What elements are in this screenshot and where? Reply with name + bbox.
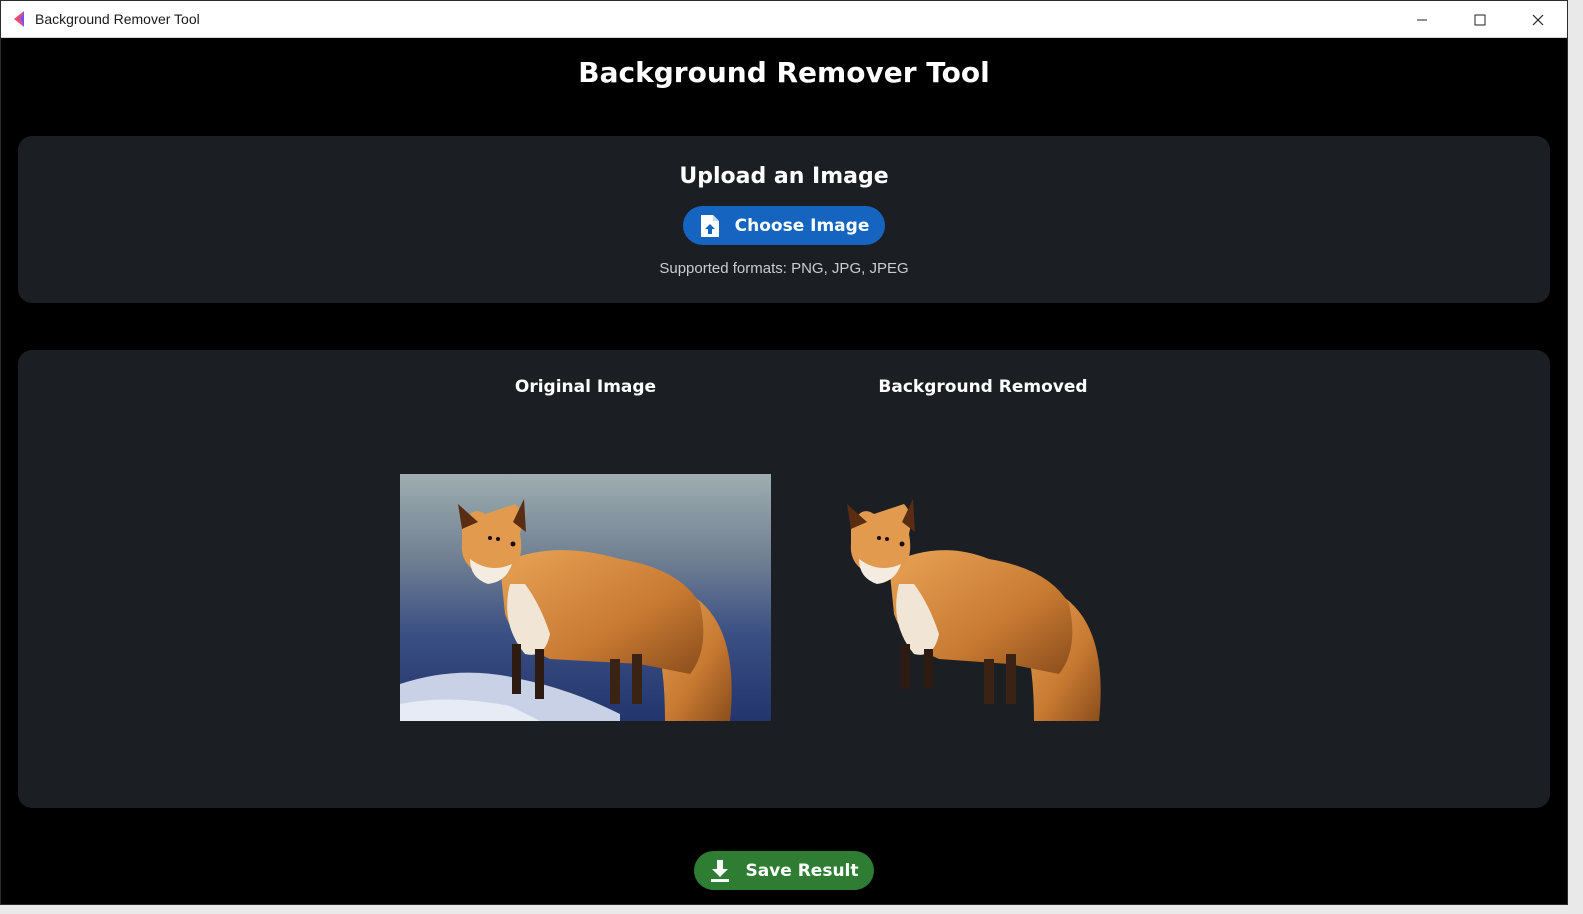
save-result-label: Save Result: [745, 860, 859, 881]
background-removed-title: Background Removed: [878, 377, 1088, 397]
minimize-icon: [1417, 19, 1427, 20]
window-title: Background Remover Tool: [35, 11, 200, 27]
minimize-button[interactable]: [1393, 1, 1451, 38]
original-image-title: Original Image: [514, 377, 657, 397]
close-button[interactable]: [1509, 1, 1567, 38]
upload-heading: Upload an Image: [679, 164, 889, 189]
file-upload-icon: [699, 213, 721, 239]
maximize-icon: [1474, 14, 1486, 25]
choose-image-label: Choose Image: [734, 215, 870, 236]
save-result-button[interactable]: Save Result: [694, 851, 874, 890]
app-logo-icon: [14, 11, 24, 27]
upload-panel: Upload an Image Choose Image Supported f…: [18, 136, 1550, 303]
supported-formats-text: Supported formats: PNG, JPG, JPEG: [659, 260, 909, 277]
original-image: [400, 474, 771, 721]
download-icon: [709, 859, 731, 883]
maximize-button[interactable]: [1451, 1, 1509, 38]
app-window: Background Remover Tool Background Remov…: [0, 0, 1568, 905]
title-bar[interactable]: Background Remover Tool: [1, 1, 1567, 38]
background-removed-image: [847, 499, 1101, 721]
close-icon: [1532, 14, 1544, 25]
choose-image-button[interactable]: Choose Image: [683, 206, 885, 245]
preview-panel: Original Image Background Removed: [18, 350, 1550, 808]
app-heading: Background Remover Tool: [578, 56, 990, 89]
